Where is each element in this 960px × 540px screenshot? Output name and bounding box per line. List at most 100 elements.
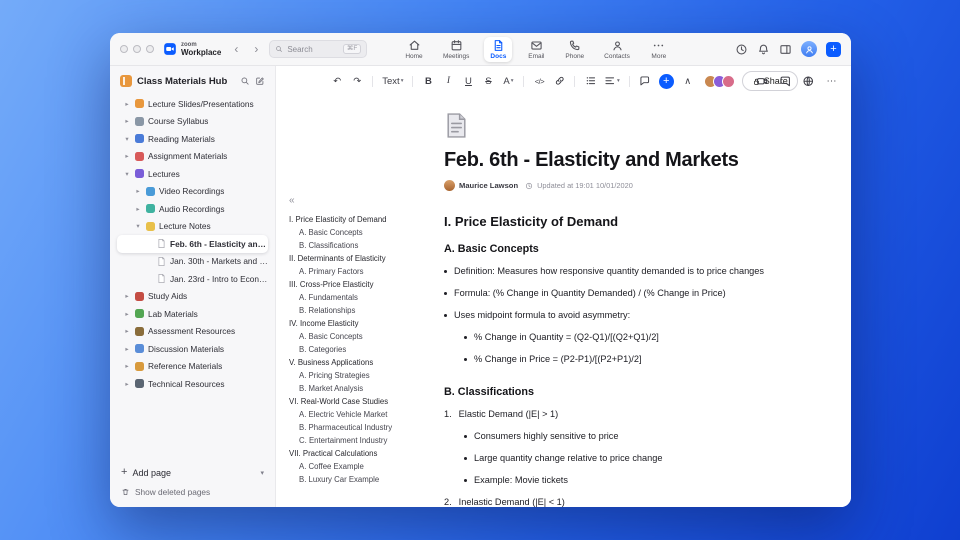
collapse-toolbar-button[interactable]: ∧ xyxy=(680,73,696,90)
forward-button[interactable]: › xyxy=(249,41,263,57)
outline-item[interactable]: B. Classifications xyxy=(289,239,445,252)
new-page-icon[interactable] xyxy=(255,76,265,86)
tab-home[interactable]: Home xyxy=(400,37,428,62)
bulleted-list-button[interactable] xyxy=(582,73,598,90)
section-heading[interactable]: B. Classifications xyxy=(444,386,825,398)
page-item[interactable]: Jan. 30th - Markets and P... xyxy=(117,253,268,271)
outline-item[interactable]: A. Coffee Example xyxy=(289,460,445,473)
page-item[interactable]: Feb. 6th - Elasticity and M... xyxy=(117,235,268,253)
maximize-window-button[interactable] xyxy=(146,45,154,53)
link-button[interactable] xyxy=(551,73,567,90)
collapse-outline-icon[interactable]: « xyxy=(289,196,445,206)
undo-button[interactable]: ↶ xyxy=(329,73,345,90)
outline-item[interactable]: B. Pharmaceutical Industry xyxy=(289,421,445,434)
bold-button[interactable]: B xyxy=(420,73,436,90)
document-title[interactable]: Feb. 6th - Elasticity and Markets xyxy=(444,149,825,172)
outline-item[interactable]: VII. Practical Calculations xyxy=(289,447,445,460)
underline-button[interactable]: U xyxy=(460,73,476,90)
side-panel-icon[interactable] xyxy=(779,43,792,56)
code-button[interactable]: </> xyxy=(531,73,547,90)
show-deleted-pages-button[interactable]: Show deleted pages xyxy=(121,487,264,497)
outline-item[interactable]: C. Entertainment Industry xyxy=(289,434,445,447)
back-button[interactable]: ‹ xyxy=(229,41,243,57)
sidebar-search-icon[interactable] xyxy=(240,76,250,86)
tree-item[interactable]: ▸ Assignment Materials xyxy=(117,148,268,166)
bullet-icon xyxy=(444,269,447,273)
outline-item[interactable]: B. Luxury Car Example xyxy=(289,473,445,486)
tab-phone[interactable]: Phone xyxy=(560,37,589,62)
bullet-item[interactable]: Formula: (% Change in Quantity Demanded)… xyxy=(444,287,825,299)
mail-icon xyxy=(530,39,543,52)
collaborator-avatar[interactable] xyxy=(721,74,735,88)
outline-item[interactable]: A. Fundamentals xyxy=(289,291,445,304)
numbered-item[interactable]: 1. Elastic Demand (|E| > 1) xyxy=(444,408,825,420)
tree-item[interactable]: ▸ Study Aids xyxy=(117,288,268,306)
bullet-item[interactable]: % Change in Quantity = (Q2-Q1)/[(Q2+Q1)/… xyxy=(464,331,825,343)
text-style-select[interactable]: Text ▾ xyxy=(380,73,405,90)
tab-email[interactable]: Email xyxy=(522,37,550,62)
italic-button[interactable]: I xyxy=(440,73,456,90)
close-window-button[interactable] xyxy=(120,45,128,53)
outline-item[interactable]: III. Cross-Price Elasticity xyxy=(289,278,445,291)
tab-docs[interactable]: Docs xyxy=(484,36,513,62)
outline-item[interactable]: B. Relationships xyxy=(289,304,445,317)
redo-button[interactable]: ↷ xyxy=(349,73,365,90)
tree-item[interactable]: ▸ Lecture Slides/Presentations xyxy=(117,95,268,113)
bullet-item[interactable]: Uses midpoint formula to avoid asymmetry… xyxy=(444,309,825,321)
outline-item[interactable]: B. Categories xyxy=(289,343,445,356)
start-meeting-button[interactable] xyxy=(755,74,770,89)
outline-item[interactable]: A. Basic Concepts xyxy=(289,330,445,343)
user-avatar[interactable] xyxy=(801,41,817,57)
tree-item[interactable]: ▸ Course Syllabus xyxy=(117,113,268,131)
bullet-item[interactable]: Large quantity change relative to price … xyxy=(464,452,825,464)
chat-button[interactable] xyxy=(778,74,793,89)
chevron-down-icon[interactable]: ▾ xyxy=(260,469,264,477)
outline-item[interactable]: A. Primary Factors xyxy=(289,265,445,278)
outline-item[interactable]: B. Market Analysis xyxy=(289,382,445,395)
language-button[interactable] xyxy=(801,74,816,89)
tree-item[interactable]: ▸ Video Recordings xyxy=(117,183,268,201)
history-icon[interactable] xyxy=(735,43,748,56)
tab-meetings[interactable]: Meetings xyxy=(438,37,474,62)
tree-item[interactable]: ▾ Lectures xyxy=(117,165,268,183)
minimize-window-button[interactable] xyxy=(133,45,141,53)
outline-item[interactable]: II. Determinants of Elasticity xyxy=(289,252,445,265)
bullet-item[interactable]: Example: Movie tickets xyxy=(464,474,825,486)
tree-item[interactable]: ▸ Technical Resources xyxy=(117,375,268,393)
tab-contacts[interactable]: Contacts xyxy=(599,37,635,62)
bullet-item[interactable]: Definition: Measures how responsive quan… xyxy=(444,265,825,277)
section-heading[interactable]: I. Price Elasticity of Demand xyxy=(444,214,825,229)
more-options-button[interactable]: ⋯ xyxy=(824,74,839,89)
align-button[interactable]: ▾ xyxy=(602,73,621,90)
bullet-item[interactable]: % Change in Price = (P2-P1)/[(P2+P1)/2] xyxy=(464,353,825,365)
tree-item[interactable]: ▸ Discussion Materials xyxy=(117,340,268,358)
notifications-bell-icon[interactable] xyxy=(757,43,770,56)
add-page-button[interactable]: + Add page ▾ xyxy=(121,467,264,478)
comment-button[interactable] xyxy=(637,73,653,90)
insert-button[interactable]: + xyxy=(658,73,674,89)
section-heading[interactable]: A. Basic Concepts xyxy=(444,243,825,255)
tree-item[interactable]: ▸ Audio Recordings xyxy=(117,200,268,218)
outline-item[interactable]: I. Price Elasticity of Demand xyxy=(289,213,445,226)
strikethrough-button[interactable]: S xyxy=(480,73,496,90)
tree-item[interactable]: ▸ Reference Materials xyxy=(117,358,268,376)
text-color-button[interactable]: A ▾ xyxy=(500,73,516,90)
outline-item[interactable]: VI. Real-World Case Studies xyxy=(289,395,445,408)
tree-item[interactable]: ▸ Lab Materials xyxy=(117,305,268,323)
format-buttons: ↶ ↷ Text ▾ B I U S A ▾ </> ▾ + ∧ xyxy=(329,73,695,90)
outline-item[interactable]: IV. Income Elasticity xyxy=(289,317,445,330)
tree-item[interactable]: ▾ Reading Materials xyxy=(117,130,268,148)
bullet-item[interactable]: Consumers highly sensitive to price xyxy=(464,430,825,442)
outline-item[interactable]: V. Business Applications xyxy=(289,356,445,369)
document-emoji-icon[interactable] xyxy=(444,112,469,139)
tab-more[interactable]: More xyxy=(645,37,673,62)
add-button[interactable]: + xyxy=(826,41,841,57)
global-search-input[interactable]: Search ⌘F xyxy=(269,40,368,58)
outline-item[interactable]: A. Basic Concepts xyxy=(289,226,445,239)
page-item[interactable]: Jan. 23rd - Intro to Econo... xyxy=(117,270,268,288)
outline-item[interactable]: A. Electric Vehicle Market xyxy=(289,408,445,421)
numbered-item[interactable]: 2. Inelastic Demand (|E| < 1) xyxy=(444,496,825,507)
outline-item[interactable]: A. Pricing Strategies xyxy=(289,369,445,382)
tree-item[interactable]: ▸ Assessment Resources xyxy=(117,323,268,341)
tree-item[interactable]: ▾ Lecture Notes xyxy=(117,218,268,236)
